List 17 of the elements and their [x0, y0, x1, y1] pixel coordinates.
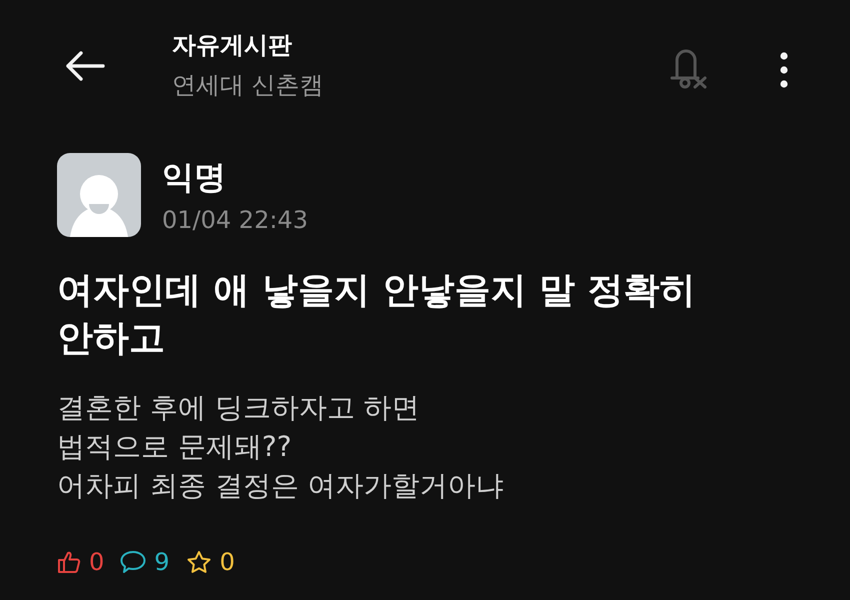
count-value: 0 [220, 547, 235, 577]
more-icon [780, 52, 788, 88]
post-title: 여자인데 애 낳을지 안낳을지 말 정확히 안하고 [57, 269, 697, 361]
author-name: 익명 [162, 157, 227, 197]
campus-name: 연세대 신촌캠 [172, 70, 324, 101]
avatar-icon [57, 153, 141, 237]
back-button[interactable] [65, 51, 105, 81]
count-value: 0 [89, 547, 104, 577]
post-body: 결혼한 후에 딩크하자고 하면 법적으로 문제돼?? 어차피 최종 결정은 여자가할거아냐 [57, 390, 505, 504]
more-button[interactable] [780, 52, 788, 88]
speech-bubble-icon[interactable] [120, 550, 146, 574]
thumbs-up-icon[interactable] [57, 550, 81, 574]
post-time: 01/04 22:43 [162, 205, 308, 236]
board-title: 자유게시판 [172, 30, 293, 60]
star-icon[interactable] [186, 550, 212, 574]
count-value: 9 [154, 547, 170, 577]
back-arrow-icon [65, 51, 105, 81]
